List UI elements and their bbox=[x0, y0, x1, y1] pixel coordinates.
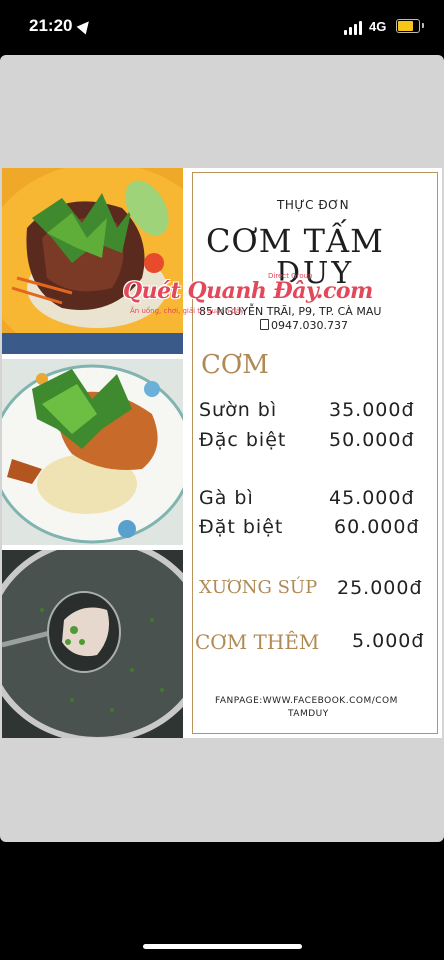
menu-item-name: Đặc biệt bbox=[199, 429, 287, 451]
food-photo-pork-chop bbox=[2, 168, 183, 354]
menu-heading: THỰC ĐƠN bbox=[277, 198, 350, 212]
restaurant-name: CƠM TẤM bbox=[206, 222, 384, 260]
phone-icon bbox=[260, 319, 269, 330]
food-photo-bone-soup bbox=[2, 550, 183, 738]
food-photo-chicken-rice bbox=[2, 359, 183, 545]
fanpage-line: TAMDUY bbox=[288, 709, 329, 719]
location-arrow-icon bbox=[76, 17, 94, 35]
menu-item-price: 35.000đ bbox=[329, 399, 415, 421]
extra-item-name: CƠM THÊM bbox=[195, 630, 320, 654]
status-bar: 21:20 4G bbox=[0, 0, 444, 54]
fanpage-line: FANPAGE:WWW.FACEBOOK.COM/COM bbox=[215, 696, 398, 706]
signal-bars-icon bbox=[344, 21, 364, 35]
extra-item-price: 25.000đ bbox=[337, 577, 423, 599]
extra-item-name: XƯƠNG SÚP bbox=[199, 577, 318, 598]
extra-item-price: 5.000đ bbox=[352, 630, 425, 652]
menu-item-name: Sườn bì bbox=[199, 399, 278, 421]
section-title: CƠM bbox=[201, 350, 269, 380]
menu-phone: 0947.030.737 bbox=[271, 319, 348, 332]
menu-item-price: 60.000đ bbox=[334, 516, 420, 538]
menu-panel: THỰC ĐƠN CƠM TẤM DUY 85 NGUYỄN TRÃI, P9,… bbox=[188, 168, 442, 738]
menu-phone-row: 0947.030.737 bbox=[260, 319, 348, 332]
network-type: 4G bbox=[369, 19, 387, 34]
status-time: 21:20 bbox=[29, 16, 73, 35]
battery-icon bbox=[396, 19, 424, 33]
menu-item-price: 50.000đ bbox=[329, 429, 415, 451]
menu-image[interactable]: THỰC ĐƠN CƠM TẤM DUY 85 NGUYỄN TRÃI, P9,… bbox=[2, 168, 442, 738]
watermark-subtext: Ăn uống, chơi, giải trí quanh đây bbox=[130, 307, 245, 315]
menu-item-price: 45.000đ bbox=[329, 487, 415, 509]
watermark-logo: Quét Quanh Đây.com bbox=[123, 278, 373, 304]
menu-item-name: Gà bì bbox=[199, 487, 254, 509]
menu-item-name: Đặt biệt bbox=[199, 516, 284, 538]
home-indicator[interactable] bbox=[143, 944, 302, 949]
